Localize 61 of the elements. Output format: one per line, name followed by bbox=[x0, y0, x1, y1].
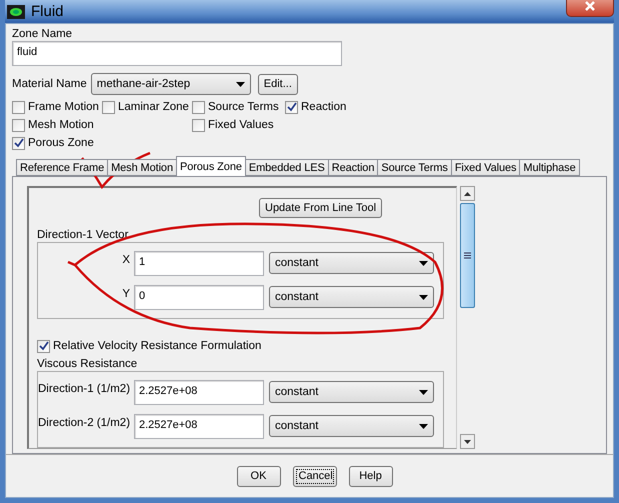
value-field[interactable]: 1 bbox=[134, 251, 264, 276]
checkbox[interactable] bbox=[192, 118, 205, 132]
tab[interactable]: Multiphase bbox=[519, 159, 580, 176]
checkbox[interactable] bbox=[12, 136, 25, 150]
down-arrow-icon bbox=[464, 440, 471, 444]
checkbox-label: Frame Motion bbox=[28, 101, 99, 113]
tab[interactable]: Embedded LES bbox=[244, 159, 329, 176]
group-title: Direction-1 Vector bbox=[37, 229, 130, 242]
checkbox[interactable] bbox=[37, 340, 50, 353]
caret-icon bbox=[419, 260, 428, 266]
dialog-button[interactable]: Cancel bbox=[292, 466, 336, 486]
app-icon bbox=[7, 4, 25, 18]
up-arrow-icon bbox=[464, 192, 471, 196]
caret-icon bbox=[419, 390, 428, 394]
method-dropdown[interactable]: constant bbox=[269, 381, 434, 403]
update-from-line-tool-button[interactable]: Update From Line Tool bbox=[259, 198, 382, 218]
value-field[interactable]: 2.2527e+08 bbox=[134, 414, 264, 439]
caret-icon bbox=[419, 424, 428, 428]
tab[interactable]: Reference Frame bbox=[16, 159, 108, 176]
dialog-button[interactable]: OK bbox=[236, 466, 280, 486]
checkbox[interactable] bbox=[285, 100, 298, 114]
tab[interactable]: Source Terms bbox=[377, 159, 452, 176]
checkbox-label: Porous Zone bbox=[28, 137, 94, 149]
method-dropdown[interactable]: constant bbox=[269, 286, 434, 308]
tab[interactable]: Fixed Values bbox=[450, 159, 520, 176]
window-title: Fluid bbox=[31, 3, 64, 20]
field-label: Direction-2 (1/m2) bbox=[38, 416, 130, 429]
value-field[interactable]: 2.2527e+08 bbox=[134, 380, 264, 405]
edit-button[interactable]: Edit... bbox=[258, 74, 298, 94]
group-title: Viscous Resistance bbox=[37, 358, 138, 370]
close-icon bbox=[584, 1, 596, 11]
material-dropdown[interactable]: methane-air-2step bbox=[90, 73, 251, 95]
close-button[interactable] bbox=[566, 0, 614, 16]
scroll-up-button[interactable] bbox=[460, 186, 475, 201]
field-label: Y bbox=[121, 287, 130, 300]
field-label: Direction-1 (1/m2) bbox=[38, 382, 130, 395]
field-label: Zone Name bbox=[12, 28, 74, 40]
checkbox-label: Laminar Zone bbox=[118, 101, 189, 113]
checkbox-label: Fixed Values bbox=[208, 119, 274, 131]
tab[interactable]: Reaction bbox=[328, 159, 378, 176]
caret-icon bbox=[236, 82, 245, 86]
field-label: Material Name bbox=[12, 78, 87, 90]
checkbox[interactable] bbox=[12, 118, 25, 132]
checkbox[interactable] bbox=[12, 100, 25, 114]
caret-icon bbox=[419, 294, 428, 300]
checkbox[interactable] bbox=[102, 100, 115, 114]
tab[interactable]: Mesh Motion bbox=[107, 159, 177, 176]
method-dropdown[interactable]: constant bbox=[269, 415, 434, 437]
field-label: X bbox=[121, 253, 130, 266]
checkbox-label: Mesh Motion bbox=[28, 119, 94, 131]
checkbox-label: Reaction bbox=[301, 101, 346, 113]
zone-name-field[interactable]: fluid bbox=[12, 41, 342, 66]
tab[interactable]: Porous Zone bbox=[176, 156, 246, 176]
checkbox[interactable] bbox=[192, 100, 205, 114]
method-dropdown[interactable]: constant bbox=[269, 252, 434, 274]
checkbox-label: Source Terms bbox=[208, 101, 279, 113]
dialog-button[interactable]: Help bbox=[348, 466, 392, 486]
checkbox-label: Relative Velocity Resistance Formulation bbox=[53, 340, 262, 352]
scroll-down-button[interactable] bbox=[460, 434, 475, 449]
value-field[interactable]: 0 bbox=[134, 285, 264, 310]
scrollbar-thumb[interactable] bbox=[460, 203, 475, 308]
